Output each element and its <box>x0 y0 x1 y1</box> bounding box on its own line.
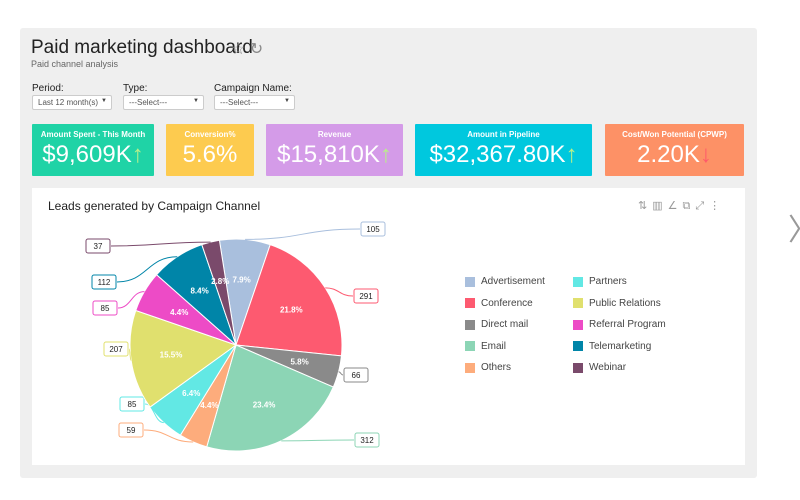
callout-line <box>110 241 211 247</box>
slice-percent-label: 8.4% <box>190 286 208 295</box>
legend-item[interactable]: Conference <box>465 298 533 309</box>
legend-swatch <box>465 319 475 330</box>
callout-line <box>338 371 344 376</box>
legend-label: Conference <box>481 297 533 309</box>
slice-percent-label: 4.4% <box>170 308 188 317</box>
callout-value: 85 <box>128 400 137 409</box>
legend-item[interactable]: Partners <box>573 276 627 287</box>
legend-label: Partners <box>589 276 627 287</box>
slice-percent-label: 23.4% <box>253 400 276 409</box>
slice-percent-label: 5.8% <box>290 358 308 367</box>
legend-label: Telemarketing <box>589 340 652 352</box>
callout-line <box>245 228 361 240</box>
legend-item[interactable]: Others <box>465 362 511 373</box>
legend-item[interactable]: Public Relations <box>573 298 661 309</box>
legend-swatch <box>465 276 475 287</box>
legend-item[interactable]: Telemarketing <box>573 341 651 352</box>
callout-value: 85 <box>101 304 110 313</box>
callout-value: 312 <box>360 436 374 445</box>
legend-swatch <box>573 341 583 351</box>
callout-value: 66 <box>352 371 361 380</box>
callout-value: 291 <box>359 292 373 301</box>
legend-swatch <box>573 362 583 373</box>
callout-value: 112 <box>98 278 111 287</box>
callout-value: 105 <box>366 225 380 234</box>
callout-line <box>281 439 355 442</box>
slice-percent-label: 21.8% <box>280 306 303 315</box>
slice-percent-label: 2.8% <box>211 277 229 286</box>
slice-percent-label: 6.4% <box>182 389 200 398</box>
legend-label: Public Relations <box>589 297 661 309</box>
legend-item[interactable]: Email <box>465 341 506 352</box>
chevron-right-icon[interactable]: 〉 <box>788 205 800 249</box>
callout-value: 207 <box>109 345 123 354</box>
legend-swatch <box>465 362 475 373</box>
legend-swatch <box>573 319 583 330</box>
legend-label: Email <box>481 340 507 352</box>
callout-value: 37 <box>94 242 103 251</box>
legend-label: Others <box>481 362 512 373</box>
slice-percent-label: 7.9% <box>233 276 251 285</box>
callout-value: 59 <box>127 426 136 435</box>
legend-swatch <box>465 341 475 351</box>
slice-percent-label: 15.5% <box>160 351 183 360</box>
legend-swatch <box>573 276 583 287</box>
legend-label: Referral Program <box>589 319 666 330</box>
legend-label: Direct mail <box>481 319 529 330</box>
pie-chart: 7.9% 105 21.8% 291 5.8% 66 23.4% 312 4.4% 59 6.4% 8… <box>85 221 386 452</box>
legend-swatch <box>573 298 583 308</box>
legend-label: Webinar <box>589 362 627 373</box>
legend-item[interactable]: Advertisement <box>465 276 545 287</box>
legend-label: Advertisement <box>481 276 545 287</box>
legend-item[interactable]: Webinar <box>573 362 626 373</box>
legend-item[interactable]: Direct mail <box>465 319 528 330</box>
slice-percent-label: 4.4% <box>200 401 218 410</box>
legend-swatch <box>465 298 475 308</box>
legend-item[interactable]: Referral Program <box>573 319 666 330</box>
